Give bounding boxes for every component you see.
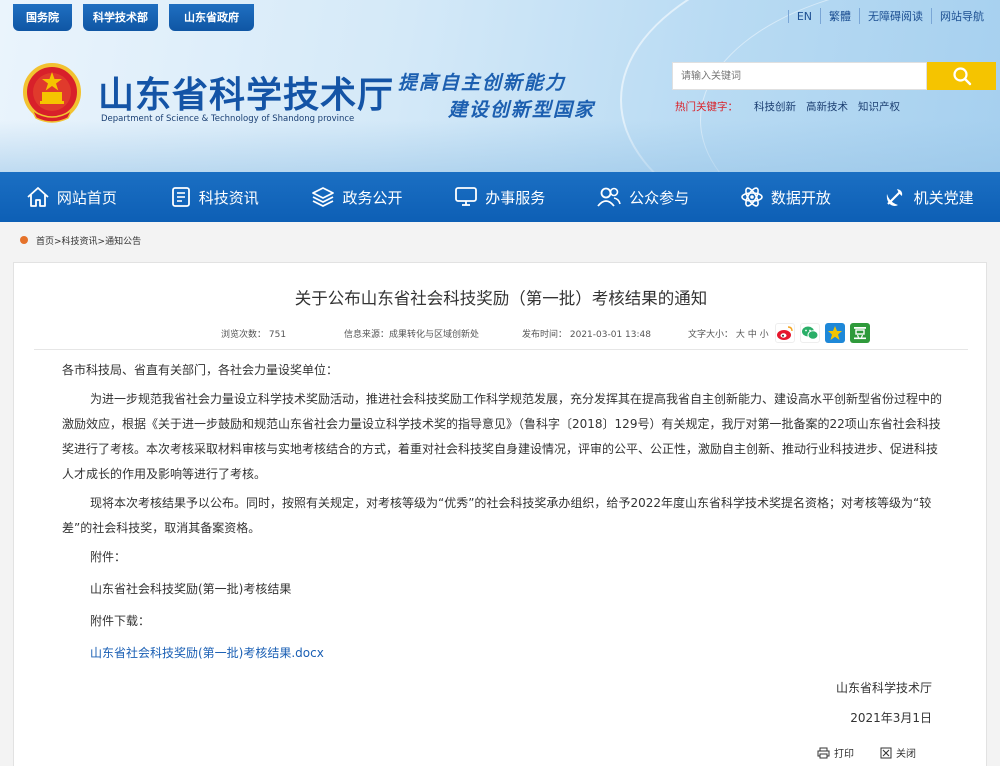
location-dot-icon xyxy=(20,236,28,244)
attachment-download-link[interactable]: 山东省社会科技奖励(第一批)考核结果.docx xyxy=(90,646,324,660)
article-title: 关于公布山东省社会科技奖励（第一批）考核结果的通知 xyxy=(294,289,708,308)
nav-label: 办事服务 xyxy=(485,188,546,207)
hot-keyword[interactable]: 高新技术 xyxy=(806,99,848,114)
share-buttons xyxy=(774,323,875,343)
qzone-icon[interactable] xyxy=(824,323,845,343)
nav-gov-affairs[interactable]: 政务公开 xyxy=(286,172,429,222)
publish-date: 发布时间： 2021-03-01 13:48 xyxy=(522,329,651,340)
divider xyxy=(34,349,968,350)
greeting: 各市科技局、省直有关部门，各社会力量设奖单位： xyxy=(62,363,339,377)
close-icon xyxy=(880,747,892,758)
attachment-name: 山东省社会科技奖励(第一批)考核结果 xyxy=(90,582,292,596)
signature-block: 山东省科学技术厅 2021年3月1日 xyxy=(836,673,932,733)
signature: 山东省科学技术厅 xyxy=(835,681,932,695)
print-label: 打印 xyxy=(834,749,854,760)
layers-icon xyxy=(312,187,335,208)
link-traditional[interactable]: 繁體 xyxy=(820,8,859,24)
weibo-icon[interactable] xyxy=(774,323,795,343)
site-title: 山东省科学技术厅 xyxy=(98,75,395,116)
search-button[interactable] xyxy=(927,62,996,90)
party-emblem-icon xyxy=(886,189,902,206)
main-nav: 网站首页 科技资讯 政务公开 办事服务 公众参与 数据开放 机关党建 xyxy=(0,172,1000,222)
nav-label: 政务公开 xyxy=(342,188,403,207)
view-count: 浏览次数： 751 xyxy=(221,329,287,340)
nav-label: 公众参与 xyxy=(629,188,690,207)
nav-label: 网站首页 xyxy=(56,188,117,207)
link-accessibility[interactable]: 无障碍阅读 xyxy=(859,8,931,24)
nav-home[interactable]: 网站首页 xyxy=(0,172,143,222)
nav-news[interactable]: 科技资讯 xyxy=(143,172,286,222)
article-meta: 浏览次数： 751 信息来源：成果转化与区域创新处 发布时间： 2021-03-… xyxy=(221,323,875,343)
home-icon xyxy=(27,187,49,207)
top-tab-kejibu[interactable]: 科学技术部 xyxy=(83,4,158,31)
search-icon xyxy=(952,67,971,86)
paragraph: 现将本次考核结果予以公布。同时，按照有关规定，对考核等级为“优秀”的社会科技奖承… xyxy=(62,496,932,535)
sign-date: 2021年3月1日 xyxy=(850,711,932,725)
site-subtitle: Department of Science & Technology of Sh… xyxy=(101,114,355,124)
paragraph: 为进一步规范我省社会力量设立科学技术奖励活动，推进社会科技奖励工作科学规范发展，… xyxy=(62,392,943,481)
font-size-switcher[interactable]: 文字大小： 大 中 小 xyxy=(688,327,769,340)
search-box xyxy=(672,62,996,90)
monitor-icon xyxy=(455,187,478,206)
printer-icon xyxy=(817,747,830,758)
link-site-nav[interactable]: 网站导航 xyxy=(931,8,992,24)
close-label: 关闭 xyxy=(896,749,916,760)
header-skyline xyxy=(0,120,1000,172)
search-input[interactable] xyxy=(672,62,927,90)
close-button[interactable]: 关闭 xyxy=(880,745,916,760)
hot-keyword[interactable]: 科技创新 xyxy=(754,99,796,114)
hot-keywords-label: 热门关键字： xyxy=(675,101,738,113)
nav-label: 数据开放 xyxy=(770,188,831,207)
attachment-label: 附件： xyxy=(90,550,127,564)
douban-icon[interactable] xyxy=(849,323,870,343)
nav-public-participation[interactable]: 公众参与 xyxy=(571,172,714,222)
nav-label: 机关党建 xyxy=(913,188,974,207)
atom-icon xyxy=(741,187,763,207)
hot-keyword[interactable]: 知识产权 xyxy=(858,99,900,114)
nav-party-building[interactable]: 机关党建 xyxy=(857,172,1000,222)
breadcrumb-path[interactable]: 首页>科技资讯>通知公告 xyxy=(36,234,141,247)
nav-label: 科技资讯 xyxy=(198,188,259,207)
users-icon xyxy=(597,187,621,207)
top-links: EN 繁體 无障碍阅读 网站导航 xyxy=(787,8,992,24)
article-body: 各市科技局、省直有关部门，各社会力量设奖单位： 为进一步规范我省社会力量设立科学… xyxy=(62,358,942,673)
slogan-line-2: 建设创新型国家 xyxy=(448,99,596,121)
document-icon xyxy=(171,187,190,207)
top-tab-guowuyuan[interactable]: 国务院 xyxy=(13,4,72,31)
slogan-line-1: 提高自主创新能力 xyxy=(398,72,567,94)
site-header: 国务院 科学技术部 山东省政府 EN 繁體 无障碍阅读 网站导航 山东省科学技术… xyxy=(0,0,1000,172)
top-tabs: 国务院 科学技术部 山东省政府 xyxy=(13,4,265,31)
print-button[interactable]: 打印 xyxy=(817,745,854,760)
download-label: 附件下载： xyxy=(90,614,151,628)
top-tab-provincial-gov[interactable]: 山东省政府 xyxy=(169,4,254,31)
hot-keywords: 热门关键字： 科技创新 高新技术 知识产权 xyxy=(675,99,900,114)
wechat-icon[interactable] xyxy=(799,323,820,343)
article-container: 关于公布山东省社会科技奖励（第一批）考核结果的通知 浏览次数： 751 信息来源… xyxy=(13,262,987,766)
national-emblem-icon xyxy=(22,62,82,126)
link-english[interactable]: EN xyxy=(787,9,820,23)
nav-services[interactable]: 办事服务 xyxy=(428,172,571,222)
info-source: 信息来源：成果转化与区域创新处 xyxy=(344,329,480,340)
breadcrumb: 首页>科技资讯>通知公告 xyxy=(20,230,141,250)
nav-open-data[interactable]: 数据开放 xyxy=(714,172,857,222)
article-actions: 打印 关闭 xyxy=(791,745,916,760)
